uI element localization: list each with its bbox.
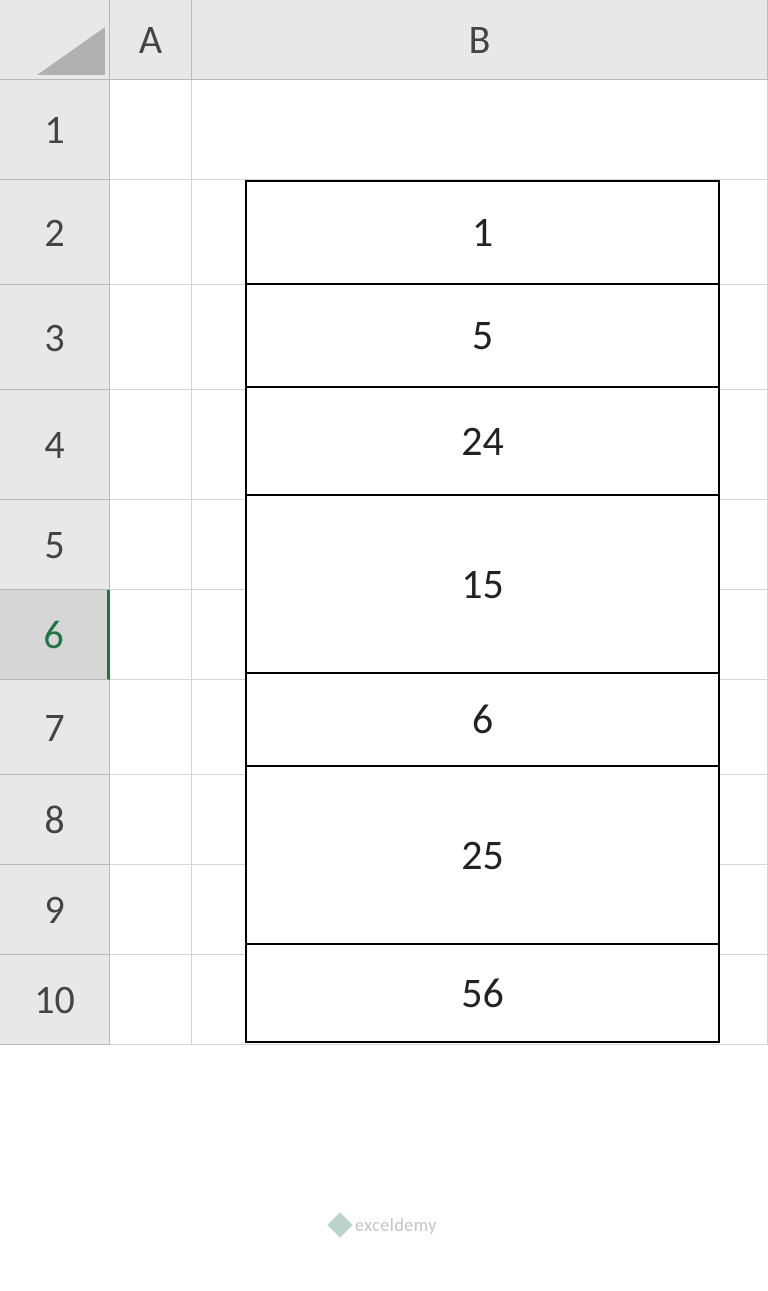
row-header-4[interactable]: 4 xyxy=(0,390,110,500)
data-cell-B8[interactable]: 56 xyxy=(245,943,720,1043)
cell-A5[interactable] xyxy=(110,500,192,590)
row-header-1[interactable]: 1 xyxy=(0,80,110,180)
row-header-5[interactable]: 5 xyxy=(0,500,110,590)
data-cell-B7[interactable]: 25 xyxy=(245,765,720,945)
row-header-8[interactable]: 8 xyxy=(0,775,110,865)
cell-A10[interactable] xyxy=(110,955,192,1045)
cell-A3[interactable] xyxy=(110,285,192,390)
watermark-text: exceldemy xyxy=(355,1214,437,1236)
cell-A4[interactable] xyxy=(110,390,192,500)
row-header-9[interactable]: 9 xyxy=(0,865,110,955)
data-cell-B6[interactable]: 6 xyxy=(245,672,720,767)
column-header-A[interactable]: A xyxy=(110,0,192,80)
cell-A1[interactable] xyxy=(110,80,192,180)
cell-A2[interactable] xyxy=(110,180,192,285)
row-header-7[interactable]: 7 xyxy=(0,680,110,775)
row-header-3[interactable]: 3 xyxy=(0,285,110,390)
cell-A6[interactable] xyxy=(110,590,192,680)
data-cell-B2[interactable]: 1 xyxy=(245,180,720,285)
data-cell-B4[interactable]: 24 xyxy=(245,386,720,496)
row-header-6[interactable]: 6 xyxy=(0,590,110,680)
column-header-B[interactable]: B xyxy=(192,0,768,80)
select-all-corner[interactable] xyxy=(0,0,110,80)
cell-A8[interactable] xyxy=(110,775,192,865)
watermark: exceldemy xyxy=(331,1214,437,1236)
cell-A9[interactable] xyxy=(110,865,192,955)
bordered-data-range: 15241562556 xyxy=(245,180,720,1041)
row-header-2[interactable]: 2 xyxy=(0,180,110,285)
cell-B1[interactable] xyxy=(192,80,768,180)
data-cell-B3[interactable]: 5 xyxy=(245,283,720,388)
data-cell-B5[interactable]: 15 xyxy=(245,494,720,674)
watermark-icon xyxy=(327,1212,352,1237)
cell-A7[interactable] xyxy=(110,680,192,775)
row-header-10[interactable]: 10 xyxy=(0,955,110,1045)
